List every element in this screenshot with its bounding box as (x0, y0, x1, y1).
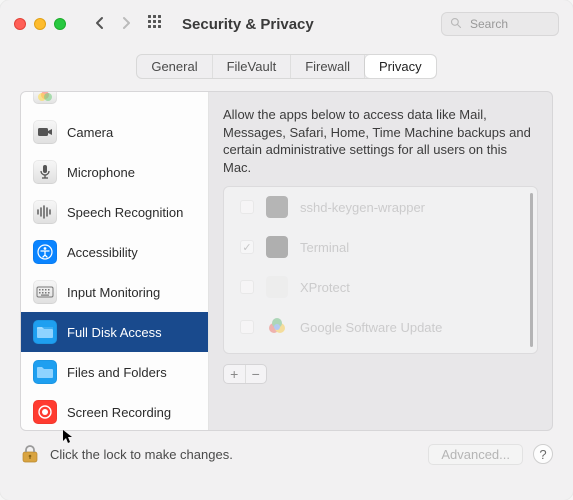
checkbox[interactable] (240, 280, 254, 294)
photos-icon (33, 92, 57, 104)
close-button[interactable] (14, 18, 26, 30)
app-row-xprotect[interactable]: XProtect (224, 267, 537, 307)
app-row-google-update[interactable]: Google Software Update (224, 307, 537, 347)
generic-app-icon (266, 276, 288, 298)
nav-arrows (94, 16, 132, 33)
sidebar-item-label: Full Disk Access (67, 325, 162, 340)
footer: Click the lock to make changes. Advanced… (20, 443, 553, 465)
add-remove-controls: + − (223, 364, 538, 384)
cursor-icon (62, 429, 74, 448)
privacy-sidebar[interactable]: Camera Microphone Speech Recognition Acc… (21, 92, 209, 430)
keyboard-icon (33, 280, 57, 304)
forward-button[interactable] (120, 16, 132, 33)
prefs-window: Security & Privacy General FileVault Fir… (0, 0, 573, 500)
checkbox[interactable] (240, 320, 254, 334)
waveform-icon (33, 200, 57, 224)
app-name: sshd-keygen-wrapper (300, 200, 425, 215)
lock-icon[interactable] (20, 443, 40, 465)
search-input[interactable] (468, 16, 550, 32)
checkbox[interactable] (240, 200, 254, 214)
sidebar-item-speech[interactable]: Speech Recognition (21, 192, 208, 232)
add-button[interactable]: + (224, 365, 246, 383)
sidebar-item-screen-recording[interactable]: Screen Recording (21, 392, 208, 430)
tab-privacy[interactable]: Privacy (365, 55, 436, 78)
tab-row: General FileVault Firewall Privacy (0, 48, 573, 83)
show-all-button[interactable] (148, 15, 164, 34)
advanced-button[interactable]: Advanced... (428, 444, 523, 465)
help-button[interactable]: ? (533, 444, 553, 464)
app-row-sshd[interactable]: sshd-keygen-wrapper (224, 187, 537, 227)
sidebar-item-label: Screen Recording (67, 405, 171, 420)
app-list[interactable]: sshd-keygen-wrapper Terminal XProtect (223, 186, 538, 354)
sidebar-item-camera[interactable]: Camera (21, 112, 208, 152)
folder-icon (33, 360, 57, 384)
record-icon (33, 400, 57, 424)
main-pane: Allow the apps below to access data like… (209, 92, 552, 430)
segmented-tabs: General FileVault Firewall Privacy (136, 54, 436, 79)
content-area: Camera Microphone Speech Recognition Acc… (20, 91, 553, 431)
folder-icon (33, 320, 57, 344)
checkbox[interactable] (240, 240, 254, 254)
tab-general[interactable]: General (137, 55, 212, 78)
zoom-button[interactable] (54, 18, 66, 30)
back-button[interactable] (94, 16, 106, 33)
sidebar-item-label: Files and Folders (67, 365, 167, 380)
remove-button[interactable]: − (246, 365, 267, 383)
sidebar-item-cutoff[interactable] (21, 92, 208, 112)
tab-filevault[interactable]: FileVault (213, 55, 292, 78)
sidebar-item-full-disk-access[interactable]: Full Disk Access (21, 312, 208, 352)
app-name: Terminal (300, 240, 349, 255)
plus-minus-stepper[interactable]: + − (223, 364, 267, 384)
sidebar-item-label: Accessibility (67, 245, 138, 260)
description-text: Allow the apps below to access data like… (223, 106, 538, 176)
tab-firewall[interactable]: Firewall (291, 55, 365, 78)
google-updater-icon (266, 316, 288, 338)
minimize-button[interactable] (34, 18, 46, 30)
app-row-terminal[interactable]: Terminal (224, 227, 537, 267)
sidebar-item-microphone[interactable]: Microphone (21, 152, 208, 192)
sidebar-item-label: Speech Recognition (67, 205, 183, 220)
window-controls (14, 18, 66, 30)
terminal-icon (266, 236, 288, 258)
app-name: XProtect (300, 280, 350, 295)
camera-icon (33, 120, 57, 144)
microphone-icon (33, 160, 57, 184)
window-title: Security & Privacy (182, 16, 314, 33)
lock-text: Click the lock to make changes. (50, 447, 233, 462)
accessibility-icon (33, 240, 57, 264)
sidebar-item-input-monitoring[interactable]: Input Monitoring (21, 272, 208, 312)
sidebar-item-files-folders[interactable]: Files and Folders (21, 352, 208, 392)
sidebar-item-label: Camera (67, 125, 113, 140)
search-field[interactable] (441, 12, 559, 36)
sidebar-item-label: Input Monitoring (67, 285, 160, 300)
search-icon (450, 17, 462, 32)
sidebar-item-accessibility[interactable]: Accessibility (21, 232, 208, 272)
sidebar-item-label: Microphone (67, 165, 135, 180)
exec-icon (266, 196, 288, 218)
app-name: Google Software Update (300, 320, 442, 335)
titlebar: Security & Privacy (0, 0, 573, 48)
